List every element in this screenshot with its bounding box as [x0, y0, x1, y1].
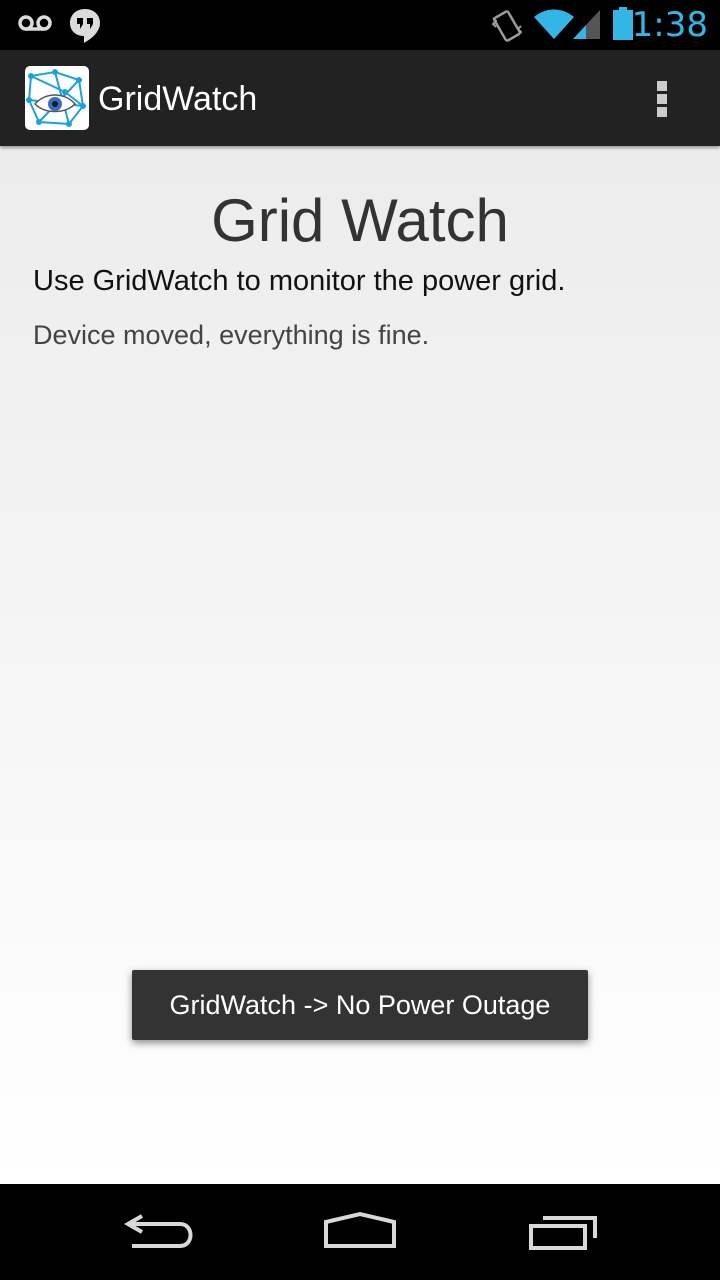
wifi-icon: [533, 8, 575, 45]
toast-message: GridWatch -> No Power Outage: [132, 970, 588, 1040]
page-subtitle: Use GridWatch to monitor the power grid.: [33, 265, 566, 297]
overflow-menu-icon[interactable]: [642, 76, 682, 120]
app-title: GridWatch: [98, 80, 258, 118]
voicemail-icon: [18, 14, 52, 39]
action-bar: GridWatch: [0, 50, 720, 146]
signal-icon: [572, 8, 602, 45]
clock-time: 1:38: [631, 5, 708, 45]
hangouts-icon: [68, 7, 102, 50]
vibrate-icon: [490, 8, 524, 49]
home-icon[interactable]: [310, 1202, 410, 1262]
gridwatch-eye-logo-icon[interactable]: [25, 66, 89, 130]
recent-apps-icon[interactable]: [515, 1202, 615, 1262]
device-status-text: Device moved, everything is fine.: [33, 320, 430, 350]
phone-screen: 1:38 GridWatch Grid Watch Use GridWatch …: [0, 0, 720, 1280]
navigation-bar: [0, 1184, 720, 1280]
page-heading: Grid Watch: [211, 187, 509, 254]
status-bar: 1:38: [0, 0, 720, 50]
back-icon[interactable]: [110, 1202, 210, 1262]
